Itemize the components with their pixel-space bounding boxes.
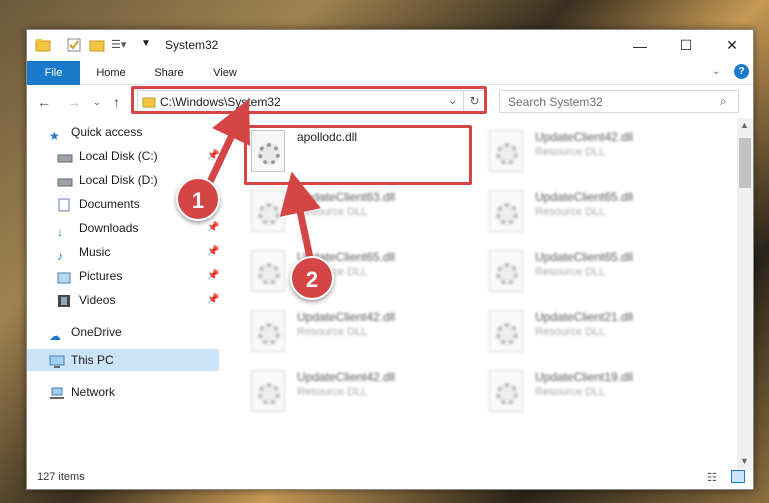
arrow-to-file <box>279 171 321 259</box>
step-1-badge: 1 <box>176 177 220 221</box>
annotation-arrows <box>206 98 321 259</box>
step-2-badge: 2 <box>290 256 334 300</box>
arrow-to-address <box>206 98 251 184</box>
